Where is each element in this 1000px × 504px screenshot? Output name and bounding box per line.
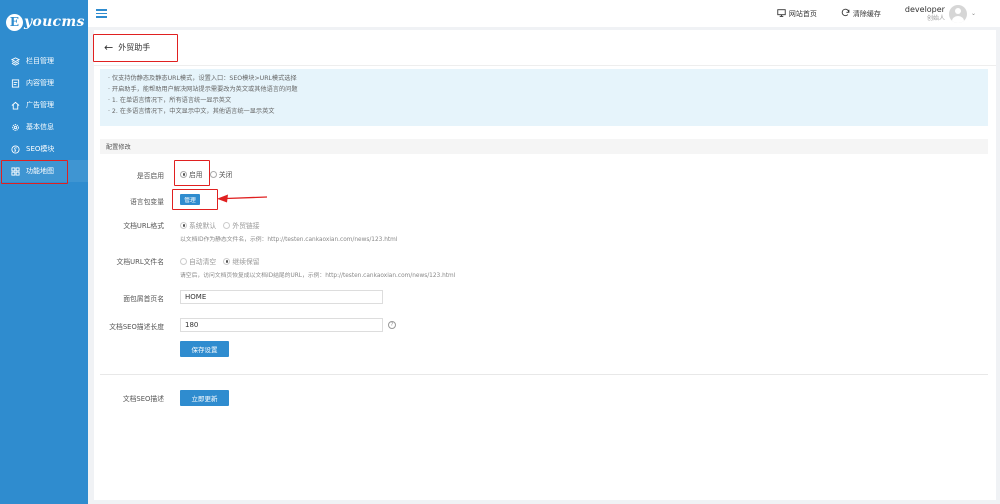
- enable-off-label: 关闭: [218, 171, 233, 179]
- help-icon[interactable]: ?: [388, 321, 396, 329]
- menu-toggle-icon[interactable]: [96, 9, 107, 18]
- tip-line: · 仅支持伪静态及静态URL模式，设置入口：SEO模块>URL模式选择: [108, 75, 297, 82]
- doc-url-default-label: 系统默认: [189, 222, 217, 230]
- radio-unchecked-icon: [180, 257, 187, 265]
- breadcrumb-row: 面包屑首页名 HOME: [94, 290, 383, 304]
- lang-var-row: 语言包变量 管理: [94, 194, 200, 206]
- clear-cache-label: 清除缓存: [852, 9, 881, 18]
- tip-line: · 1. 在单语言情况下，所有语言统一显示英文: [108, 97, 232, 104]
- sidebar: E youcms 栏目管理 内容管理 广告管理 基本信息 SEO模块 功能地图: [0, 0, 88, 504]
- main-panel: ← 外贸助手 · 仅支持伪静态及静态URL模式，设置入口：SEO模块>URL模式…: [94, 30, 996, 500]
- back-arrow-icon[interactable]: ←: [104, 41, 113, 54]
- sidebar-nav: 栏目管理 内容管理 广告管理 基本信息 SEO模块 功能地图: [0, 50, 88, 182]
- radio-checked-icon: [223, 257, 231, 265]
- filename-keep-label: 继续保留: [232, 258, 260, 266]
- doc-url-filename-hint: 请空后，访问文档页恢复成以文档ID结尾的URL，示例：http://testen…: [180, 272, 456, 279]
- sidebar-item-label: 功能地图: [26, 167, 54, 175]
- manage-button[interactable]: 管理: [180, 194, 200, 205]
- sidebar-item-basic-info[interactable]: 基本信息: [0, 116, 88, 138]
- topbar: 网站首页 清除缓存 developer 创始人 ⌄: [88, 0, 1000, 27]
- user-menu[interactable]: developer 创始人 ⌄: [905, 4, 976, 23]
- document-icon: [10, 78, 20, 88]
- chevron-down-icon[interactable]: ⌄: [971, 10, 976, 17]
- user-name: developer: [904, 4, 945, 14]
- logo[interactable]: E youcms: [0, 0, 88, 44]
- filename-keep-radio[interactable]: 继续保留: [223, 256, 260, 266]
- page-title: 外贸助手: [118, 43, 151, 52]
- tip-line: · 2. 在多语言情况下，中文显示中文，其他语言统一显示英文: [108, 108, 275, 115]
- seo-desc-len-row: 文档SEO描述长度 180 ?: [94, 318, 396, 332]
- user-role: 创始人: [926, 14, 945, 22]
- sidebar-item-feature-map[interactable]: 功能地图: [0, 160, 88, 182]
- user-info: developer 创始人: [905, 5, 945, 23]
- page-header: ← 外贸助手: [94, 30, 996, 66]
- sidebar-item-ads[interactable]: 广告管理: [0, 94, 88, 116]
- divider: [100, 374, 988, 375]
- save-row: 保存设置: [94, 341, 229, 357]
- seo-icon: [10, 144, 20, 154]
- doc-url-hint: 以文档ID作为静态文件名，示例：http://testen.cankaoxian…: [180, 236, 398, 243]
- logo-mark: E: [6, 13, 23, 31]
- seo-desc-len-input[interactable]: 180: [180, 318, 383, 332]
- doc-url-row: 文档URL格式 系统默认 外贸链接 以文档ID作为静态文件名，示例：http:/…: [94, 220, 397, 243]
- enable-row: 是否启用 启用 关闭: [94, 169, 237, 180]
- gear-icon: [10, 122, 20, 132]
- sidebar-item-columns[interactable]: 栏目管理: [0, 50, 88, 72]
- breadcrumb-label: 面包屑首页名: [123, 295, 164, 303]
- doc-url-filename-row: 文档URL文件名 自动清空 继续保留 请空后，访问文档页恢复成以文档ID结尾的U…: [94, 256, 455, 279]
- sidebar-item-label: SEO模块: [26, 145, 55, 153]
- enable-label: 是否启用: [136, 172, 164, 180]
- annotation-arrow: [217, 194, 268, 203]
- filename-clear-label: 自动清空: [189, 258, 217, 266]
- sidebar-item-label: 内容管理: [26, 79, 54, 87]
- section-title: 配置修改: [100, 139, 988, 154]
- enable-on-radio[interactable]: 启用: [180, 169, 203, 179]
- radio-unchecked-icon: [223, 221, 231, 229]
- site-home-link[interactable]: 网站首页: [777, 8, 817, 19]
- sidebar-item-label: 广告管理: [26, 101, 54, 109]
- layers-icon: [10, 56, 20, 66]
- tip-line: · 开启助手，能帮助用户解决网站提示需要改为英文或其他语言的问题: [108, 86, 298, 93]
- radio-checked-icon: [180, 170, 187, 178]
- avatar[interactable]: [948, 4, 967, 23]
- doc-seo-label: 文档SEO描述: [122, 395, 164, 403]
- logo-text: youcms: [24, 14, 85, 30]
- filename-clear-radio[interactable]: 自动清空: [180, 256, 216, 266]
- doc-url-label: 文档URL格式: [123, 222, 164, 230]
- update-now-button[interactable]: 立即更新: [180, 390, 229, 406]
- doc-url-foreign-label: 外贸链接: [232, 222, 260, 230]
- sidebar-item-content[interactable]: 内容管理: [0, 72, 88, 94]
- tips-box: · 仅支持伪静态及静态URL模式，设置入口：SEO模块>URL模式选择 · 开启…: [100, 69, 988, 126]
- doc-url-foreign-radio[interactable]: 外贸链接: [223, 220, 260, 230]
- breadcrumb-home-input[interactable]: HOME: [180, 290, 383, 304]
- topbar-actions: 网站首页 清除缓存 developer 创始人 ⌄: [777, 0, 976, 27]
- doc-seo-row: 文档SEO描述 立即更新: [94, 390, 229, 406]
- enable-on-label: 启用: [189, 171, 203, 179]
- site-home-label: 网站首页: [788, 9, 817, 18]
- refresh-icon: [841, 8, 850, 19]
- save-settings-button[interactable]: 保存设置: [180, 341, 229, 357]
- doc-url-filename-label: 文档URL文件名: [116, 258, 164, 266]
- home-icon: [10, 100, 20, 110]
- seo-desc-len-label: 文档SEO描述长度: [109, 323, 164, 331]
- radio-checked-icon: [180, 221, 187, 229]
- radio-unchecked-icon: [209, 170, 217, 178]
- enable-off-radio[interactable]: 关闭: [209, 169, 233, 179]
- sidebar-item-label: 栏目管理: [26, 57, 54, 65]
- clear-cache-link[interactable]: 清除缓存: [841, 8, 881, 19]
- sidebar-item-seo[interactable]: SEO模块: [0, 138, 88, 160]
- grid-icon: [10, 166, 20, 176]
- sidebar-item-label: 基本信息: [26, 123, 54, 131]
- doc-url-default-radio[interactable]: 系统默认: [180, 220, 216, 230]
- lang-var-label: 语言包变量: [130, 198, 164, 206]
- monitor-icon: [777, 8, 786, 19]
